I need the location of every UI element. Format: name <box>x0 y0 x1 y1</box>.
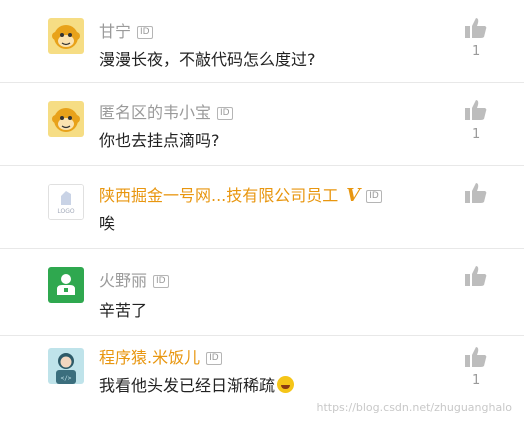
like-count: 1 <box>472 127 481 142</box>
svg-text:</>: </> <box>61 375 72 382</box>
watermark: https://blog.csdn.net/zhuguanghalo <box>316 401 512 414</box>
avatar[interactable] <box>48 18 84 54</box>
like-count: 1 <box>472 373 481 388</box>
like-button[interactable] <box>464 182 488 204</box>
thumbs-up-icon <box>465 100 487 120</box>
avatar[interactable] <box>48 267 84 303</box>
comment-text: 我看他头发已经日渐稀疏 <box>99 376 295 396</box>
thumbs-up-icon <box>465 18 487 38</box>
comment-text: 辛苦了 <box>99 301 148 320</box>
username[interactable]: 匿名区的韦小宝 ID <box>99 103 233 123</box>
id-badge: ID <box>217 107 233 120</box>
comment-list: 甘宁 ID 漫漫长夜，不敲代码怎么度过? 1 匿名区的韦小宝 ID 你也去挂点滴… <box>0 0 524 422</box>
thumbs-up-icon <box>465 266 487 286</box>
id-badge: ID <box>206 352 222 365</box>
svg-text:LOGO: LOGO <box>57 208 75 215</box>
like-count: 1 <box>472 44 481 59</box>
thumbs-up-icon <box>465 347 487 367</box>
comment-text: 你也去挂点滴吗? <box>99 131 220 150</box>
avatar[interactable]: LOGO <box>48 184 84 220</box>
username[interactable]: 甘宁 ID <box>99 22 153 42</box>
avatar[interactable] <box>48 101 84 137</box>
thumbs-up-icon <box>465 183 487 203</box>
user-avatar-icon <box>48 267 84 303</box>
grin-emoji-icon <box>277 376 295 393</box>
id-badge: ID <box>153 275 169 288</box>
username[interactable]: 陕西掘金一号网...技有限公司员工 V ID <box>99 186 382 206</box>
comment-text: 唉 <box>99 214 116 233</box>
comment-item: 火野丽 ID 辛苦了 <box>0 249 524 336</box>
coder-avatar-icon: </> <box>48 348 84 384</box>
id-badge: ID <box>366 190 382 203</box>
comment-item: 匿名区的韦小宝 ID 你也去挂点滴吗? 1 <box>0 83 524 166</box>
username[interactable]: 程序猿.米饭儿 ID <box>99 348 222 368</box>
company-logo-icon: LOGO <box>49 185 83 219</box>
verified-badge: V <box>346 185 361 206</box>
like-button[interactable] <box>464 17 488 39</box>
monkey-avatar-icon <box>48 18 84 54</box>
monkey-avatar-icon <box>48 101 84 137</box>
id-badge: ID <box>137 26 153 39</box>
username[interactable]: 火野丽 ID <box>99 271 169 291</box>
comment-item: LOGO 陕西掘金一号网...技有限公司员工 V ID 唉 <box>0 166 524 249</box>
like-button[interactable] <box>464 265 488 287</box>
comment-item: 甘宁 ID 漫漫长夜，不敲代码怎么度过? 1 <box>0 0 524 83</box>
like-button[interactable] <box>464 99 488 121</box>
comment-text: 漫漫长夜，不敲代码怎么度过? <box>99 50 316 69</box>
like-button[interactable] <box>464 346 488 368</box>
avatar[interactable]: </> <box>48 348 84 384</box>
